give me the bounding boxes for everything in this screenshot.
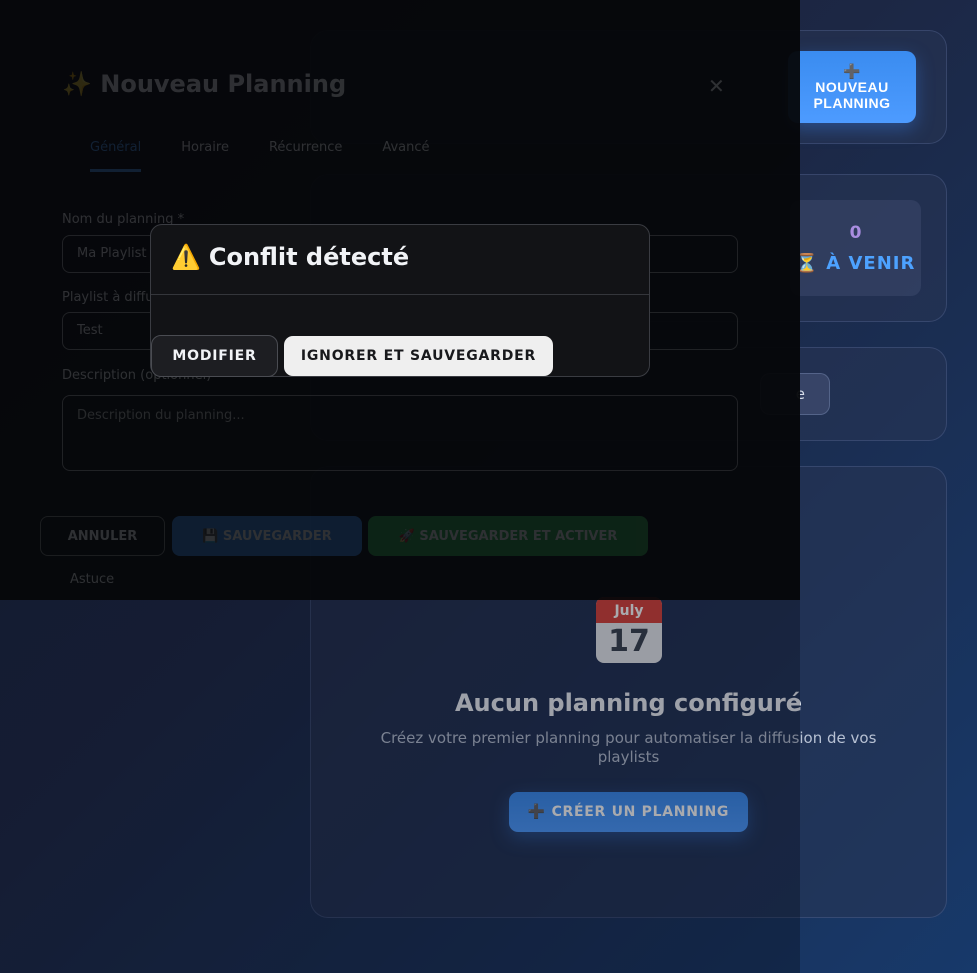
- divider: [151, 294, 649, 295]
- save-activate-button[interactable]: 🚀 SAUVEGARDER ET ACTIVER: [368, 516, 648, 556]
- tab-advanced[interactable]: Avancé: [382, 140, 429, 172]
- new-planning-modal-title: ✨ Nouveau Planning: [62, 70, 347, 98]
- save-button[interactable]: 💾 SAUVEGARDER: [172, 516, 362, 556]
- ignore-and-save-button[interactable]: IGNORER ET SAUVEGARDER: [284, 336, 553, 376]
- tab-schedule[interactable]: Horaire: [181, 140, 229, 172]
- stat-upcoming-label: ⏳ À VENIR: [795, 252, 916, 274]
- close-icon[interactable]: ✕: [708, 74, 725, 98]
- description-field[interactable]: Description du planning...: [62, 395, 738, 471]
- conflict-dialog: ⚠️ Conflit détecté MODIFIER IGNORER ET S…: [150, 224, 650, 377]
- modify-button[interactable]: MODIFIER: [151, 335, 278, 377]
- tab-general[interactable]: Général: [90, 140, 142, 172]
- tab-recurrence[interactable]: Récurrence: [269, 140, 342, 172]
- conflict-title-text: Conflit détecté: [208, 243, 410, 271]
- new-planning-tabs: Général Horaire Récurrence Avancé: [90, 140, 430, 172]
- modal-backdrop-dark: ✨ Nouveau Planning ✕ Général Horaire Réc…: [0, 0, 800, 600]
- new-planning-label: NOUVEAU PLANNING: [813, 79, 891, 111]
- warning-icon: ⚠️: [171, 243, 201, 271]
- stat-upcoming-value: 0: [849, 222, 862, 243]
- footer-note: Astuce: [70, 572, 115, 587]
- cancel-button[interactable]: ANNULER: [40, 516, 165, 556]
- stat-upcoming: 0 ⏳ À VENIR: [790, 200, 921, 296]
- plus-icon: ➕: [843, 63, 861, 79]
- conflict-dialog-title: ⚠️ Conflit détecté: [171, 243, 409, 271]
- new-planning-button[interactable]: ➕ NOUVEAU PLANNING: [788, 51, 916, 123]
